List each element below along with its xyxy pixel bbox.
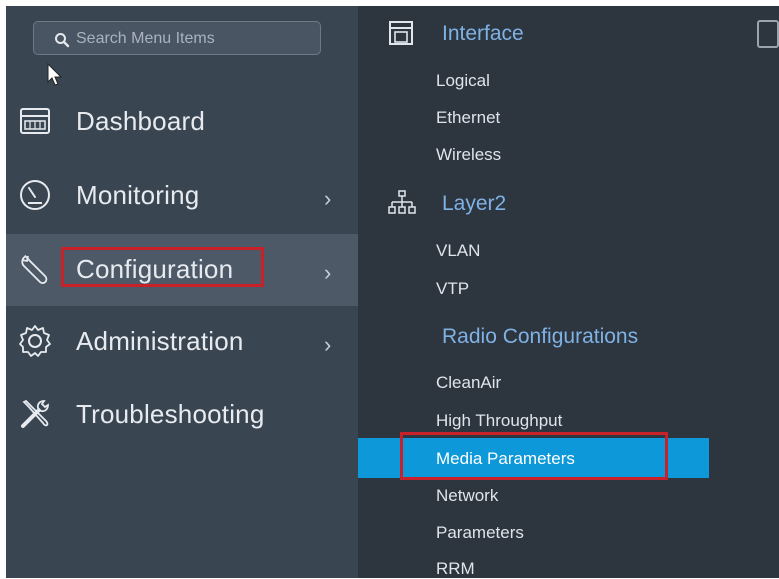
wrench-icon — [21, 255, 48, 284]
submenu-item-network[interactable]: Network — [436, 486, 498, 506]
nav-item-label: Administration — [76, 326, 244, 356]
chevron-right-icon: › — [324, 332, 332, 357]
section-title-radio-configurations: Radio Configurations — [442, 325, 639, 348]
interface-icon — [389, 21, 413, 45]
highlight-box — [61, 247, 264, 287]
configuration-submenu — [358, 6, 758, 578]
nav-item-troubleshooting[interactable]: Troubleshooting — [6, 379, 358, 451]
search-icon — [55, 33, 70, 48]
section-title-interface: Interface — [442, 22, 524, 45]
nav-item-label: Dashboard — [76, 106, 205, 136]
submenu-item-ethernet[interactable]: Ethernet — [436, 108, 500, 128]
panel-icon[interactable] — [757, 20, 779, 48]
nav-item-administration[interactable]: Administration › — [6, 306, 358, 378]
chevron-right-icon: › — [324, 186, 332, 211]
chevron-right-icon: › — [324, 260, 332, 285]
submenu-item-cleanair[interactable]: CleanAir — [436, 373, 501, 393]
submenu-item-vtp[interactable]: VTP — [436, 279, 469, 299]
submenu-item-parameters[interactable]: Parameters — [436, 523, 524, 543]
nav-item-dashboard[interactable]: Dashboard — [6, 86, 358, 158]
gauge-icon — [20, 180, 50, 210]
highlight-box — [400, 432, 668, 480]
submenu-item-vlan[interactable]: VLAN — [436, 241, 480, 261]
submenu-item-wireless[interactable]: Wireless — [436, 145, 501, 165]
search-input[interactable]: Search Menu Items — [33, 21, 321, 55]
nav-item-label: Troubleshooting — [76, 399, 265, 429]
submenu-item-rrm[interactable]: RRM — [436, 559, 475, 579]
network-tree-icon — [388, 190, 416, 214]
right-panel-edge — [758, 6, 779, 578]
nav-item-label: Monitoring — [76, 180, 200, 210]
submenu-item-high-throughput[interactable]: High Throughput — [436, 411, 562, 431]
submenu-item-logical[interactable]: Logical — [436, 71, 490, 91]
section-title-layer2: Layer2 — [442, 192, 507, 215]
nav-item-configuration[interactable]: Configuration › — [6, 234, 358, 306]
tools-icon — [21, 399, 49, 428]
dashboard-icon — [20, 108, 50, 134]
search-placeholder: Search Menu Items — [76, 30, 215, 47]
gear-icon — [19, 325, 51, 357]
sidebar: Search Menu Items Dashboard Monitoring › — [6, 6, 358, 578]
mouse-cursor-icon — [47, 63, 63, 86]
nav-item-monitoring[interactable]: Monitoring › — [6, 160, 358, 232]
